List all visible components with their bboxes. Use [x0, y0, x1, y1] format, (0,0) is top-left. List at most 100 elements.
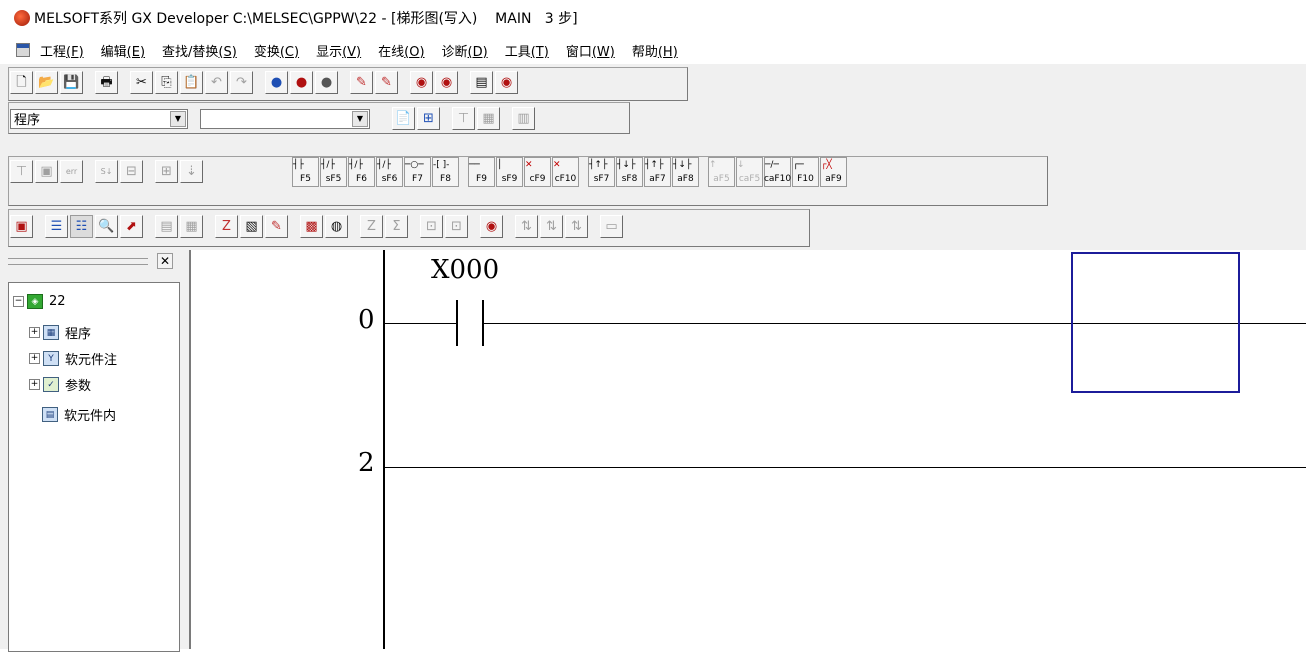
copy-icon[interactable]: ⎘ [155, 71, 178, 94]
collapse-icon[interactable]: − [13, 296, 24, 307]
parallel-falling-edge-icon[interactable]: ┤↓├ aF8 [672, 157, 699, 187]
step-search-icon[interactable]: ● [315, 71, 338, 94]
project-tree-panel: ✕ − ◈ 22 + ▦ 程序 + Y 软元件注 + ✓ 参数 ▤ 软元件内 [0, 250, 189, 652]
menu-online[interactable]: 在线(O) [378, 41, 424, 60]
cut-icon[interactable]: ✂ [130, 71, 153, 94]
tree-item-device-memory[interactable]: ▤ 软元件内 [42, 405, 116, 424]
device-memory-icon[interactable]: ▩ [300, 215, 323, 238]
program-check-icon[interactable]: ◍ [325, 215, 348, 238]
delete-vertical-line-icon[interactable]: ✕ cF10 [552, 157, 579, 187]
parallel-closed-contact-icon[interactable]: ┤/├ sF6 [376, 157, 403, 187]
sfc-error-icon[interactable]: err [60, 160, 83, 183]
invert-operation-result-icon[interactable]: ─/─ caF10 [764, 157, 791, 187]
menu-convert[interactable]: 变换(C) [254, 41, 299, 60]
menu-window[interactable]: 窗口(W) [566, 41, 615, 60]
drag-grip[interactable] [8, 258, 148, 265]
menu-edit[interactable]: 编辑(E) [101, 41, 145, 60]
normally-open-contact-icon[interactable]: ┤├ F5 [292, 157, 319, 187]
chevron-down-icon: ▼ [170, 110, 186, 127]
menu-help[interactable]: 帮助(H) [632, 41, 678, 60]
delete-horizontal-line-icon[interactable]: ✕ cF9 [524, 157, 551, 187]
undo-icon[interactable]: ↶ [205, 71, 228, 94]
expand-icon[interactable]: + [29, 379, 40, 390]
sfc-zoom-out-icon[interactable]: Σ [385, 215, 408, 238]
sfc-tool-7-icon[interactable]: ⇣ [180, 160, 203, 183]
simulation-icon[interactable]: ◉ [480, 215, 503, 238]
statement-icon[interactable]: ▦ [180, 215, 203, 238]
convert-icon[interactable]: Z [215, 215, 238, 238]
delete-line-icon[interactable]: ┌╳ aF9 [820, 157, 847, 187]
expand-icon[interactable]: + [29, 353, 40, 364]
window-toggle-icon[interactable]: ▭ [600, 215, 623, 238]
program-type-select[interactable]: 程序 ▼ [10, 108, 188, 129]
sfc-icon[interactable]: ⊤ [452, 107, 475, 130]
menu-tools[interactable]: 工具(T) [505, 41, 549, 60]
online-change-icon[interactable]: ✎ [265, 215, 288, 238]
ladder-cursor[interactable] [1071, 252, 1240, 393]
expand-icon[interactable]: + [29, 327, 40, 338]
parallel-open-contact-icon[interactable]: ┤/├ sF5 [320, 157, 347, 187]
tree-item-project[interactable]: − ◈ 22 [13, 294, 66, 309]
instruction-search-icon[interactable]: ● [290, 71, 313, 94]
window-system-menu-icon[interactable] [16, 43, 30, 57]
sfc-tool-2-icon[interactable]: ▣ [35, 160, 58, 183]
read-from-plc-icon[interactable]: ✎ [375, 71, 398, 94]
sfc-tool-1-icon[interactable]: ⊤ [10, 160, 33, 183]
print-icon[interactable]: 🖶 [95, 71, 118, 94]
vertical-line-icon[interactable]: │ sF9 [496, 157, 523, 187]
program-name-select[interactable]: ▼ [200, 108, 370, 129]
sfc-s-icon[interactable]: S↓ [95, 160, 118, 183]
sfc-step-list-icon[interactable]: ▥ [512, 107, 535, 130]
ladder-view-icon[interactable]: ☰ [45, 215, 68, 238]
note-edit-icon[interactable]: ⇅ [565, 215, 588, 238]
sfc-block-icon[interactable]: ▦ [477, 107, 500, 130]
write-to-plc-icon[interactable]: ✎ [350, 71, 373, 94]
device-search-icon[interactable]: ● [265, 71, 288, 94]
batch-monitor-icon[interactable]: ◉ [495, 71, 518, 94]
normally-closed-contact-icon[interactable]: ┤/├ F6 [348, 157, 375, 187]
monitor-start-icon[interactable]: ◉ [410, 71, 433, 94]
falling-edge-contact-icon[interactable]: ┤↓├ sF8 [616, 157, 643, 187]
redo-icon[interactable]: ↷ [230, 71, 253, 94]
block-end-icon[interactable]: ⊡ [445, 215, 468, 238]
edit-mode-icon[interactable]: 📄 [392, 107, 415, 130]
zoom-icon[interactable]: 🔍 [95, 215, 118, 238]
parallel-rising-edge-icon[interactable]: ┤↑├ aF7 [644, 157, 671, 187]
entry-data-monitor-icon[interactable]: ▤ [470, 71, 493, 94]
sfc-tool-5-icon[interactable]: ⊟ [120, 160, 143, 183]
open-folder-icon[interactable]: 📂 [35, 71, 58, 94]
operation-result-rising-icon[interactable]: ↑ aF5 [708, 157, 735, 187]
block-start-icon[interactable]: ⊡ [420, 215, 443, 238]
sfc-tool-6-icon[interactable]: ⊞ [155, 160, 178, 183]
horizontal-line-icon[interactable]: ── F9 [468, 157, 495, 187]
tree-item-device-comment[interactable]: + Y 软元件注 [29, 349, 117, 368]
menu-diagnostics[interactable]: 诊断(D) [442, 41, 488, 60]
statement-edit-icon[interactable]: ⇅ [540, 215, 563, 238]
ladder-editor[interactable]: 0 X000 2 [189, 250, 1306, 649]
sfc-zoom-in-icon[interactable]: Z [360, 215, 383, 238]
comment-icon[interactable]: ▤ [155, 215, 178, 238]
application-instruction-icon[interactable]: -[ ]- F8 [432, 157, 459, 187]
rising-edge-contact-icon[interactable]: ┤↑├ sF7 [588, 157, 615, 187]
coil-icon[interactable]: ─○─ F7 [404, 157, 431, 187]
tree-item-program[interactable]: + ▦ 程序 [29, 323, 91, 342]
menu-bar: 工程(F) 编辑(E) 查找/替换(S) 变换(C) 显示(V) 在线(O) 诊… [0, 36, 1306, 64]
menu-project[interactable]: 工程(F) [40, 41, 84, 60]
program-tree-icon[interactable]: ⊞ [417, 107, 440, 130]
device-comment-icon: Y [43, 351, 59, 366]
operation-result-falling-icon[interactable]: ↓ caF5 [736, 157, 763, 187]
draw-line-icon[interactable]: ┌─ F10 [792, 157, 819, 187]
monitor-stop-icon[interactable]: ◉ [435, 71, 458, 94]
save-icon[interactable]: 💾 [60, 71, 83, 94]
list-view-icon[interactable]: ☷ [70, 215, 93, 238]
plc-read-write-icon[interactable]: ▣ [10, 215, 33, 238]
comment-edit-icon[interactable]: ⇅ [515, 215, 538, 238]
trace-icon[interactable]: ⬈ [120, 215, 143, 238]
menu-view[interactable]: 显示(V) [316, 41, 361, 60]
close-icon[interactable]: ✕ [157, 253, 173, 269]
paste-icon[interactable]: 📋 [180, 71, 203, 94]
batch-convert-icon[interactable]: ▧ [240, 215, 263, 238]
menu-find-replace[interactable]: 查找/替换(S) [162, 41, 237, 60]
tree-item-parameter[interactable]: + ✓ 参数 [29, 375, 91, 394]
new-file-icon[interactable]: 🗋 [10, 71, 33, 94]
